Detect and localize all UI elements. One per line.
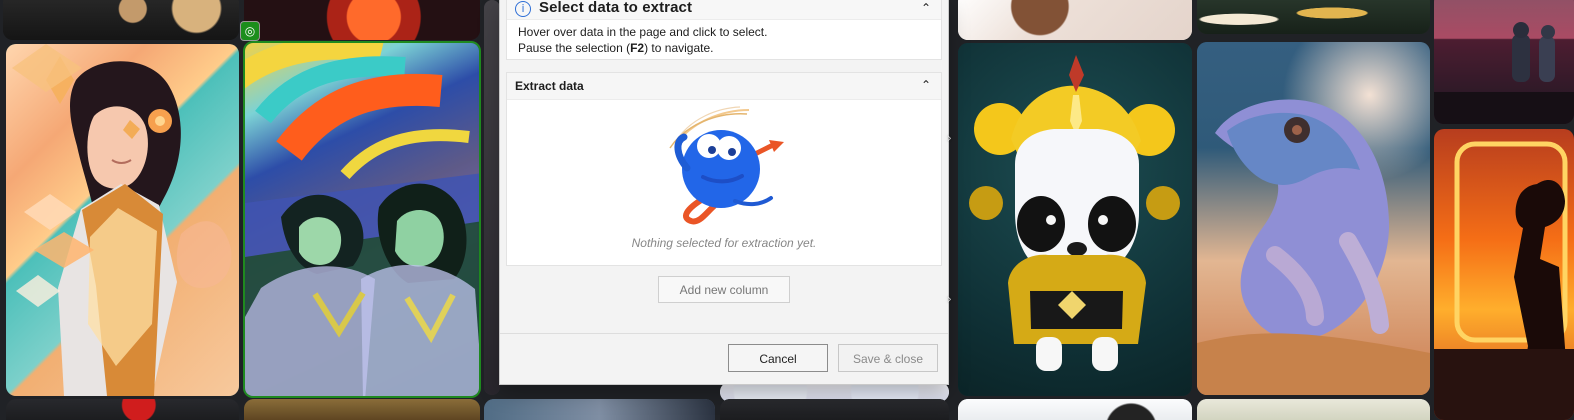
gallery-image-art xyxy=(1197,0,1430,34)
instruction-text-1: Hover over data in the page and click to… xyxy=(518,25,768,39)
empty-extraction-message: Nothing selected for extraction yet. xyxy=(631,236,817,250)
gallery-image-art xyxy=(484,399,715,420)
extract-data-body: Nothing selected for extraction yet. xyxy=(507,100,941,265)
dialog-footer: Cancel Save & close xyxy=(500,334,948,384)
gallery-image-top-right-small[interactable] xyxy=(1197,0,1430,34)
gallery-image-art xyxy=(1197,399,1430,420)
neon-silhouette-illustration xyxy=(1434,141,1574,420)
gallery-image-art xyxy=(244,0,480,40)
gallery-image-top-left[interactable] xyxy=(3,0,239,40)
extract-data-panel: Extract data ⌃ Nothing selected for extr… xyxy=(506,72,942,266)
lizard-illustration xyxy=(1197,99,1430,395)
instruction-key: F2 xyxy=(630,41,645,55)
extract-data-header: Extract data ⌃ xyxy=(507,73,941,100)
empty-state-illustration xyxy=(669,106,784,225)
instruction-line-2: Pause the selection (F2) to navigate. xyxy=(518,40,941,56)
gallery-image-art xyxy=(958,399,1192,420)
gallery-image-art xyxy=(958,0,1192,40)
add-new-column-button[interactable]: Add new column xyxy=(658,276,790,303)
gallery-image-art xyxy=(484,0,500,395)
anime-illustration xyxy=(245,43,479,396)
gallery-image-bottom-sixth[interactable] xyxy=(1197,399,1430,420)
gallery-image-bottom-left[interactable] xyxy=(6,399,239,420)
extract-data-title: Extract data xyxy=(515,79,584,93)
gallery-image-top-mid-right[interactable] xyxy=(958,0,1192,40)
gallery-image-art xyxy=(6,399,239,420)
gallery-image-lizard[interactable] xyxy=(1197,42,1430,395)
portrait-illustration xyxy=(12,44,232,396)
gallery-image-top-right[interactable] xyxy=(1434,0,1574,124)
target-icon: ◎ xyxy=(241,22,259,40)
gallery-image-top-middle[interactable] xyxy=(244,0,480,40)
cancel-button[interactable]: Cancel xyxy=(728,344,828,372)
scroll-hint-icon: › xyxy=(947,292,952,306)
info-icon: i xyxy=(515,0,531,17)
instruction-line-1: Hover over data in the page and click to… xyxy=(518,24,941,40)
gallery-image-middle-small[interactable] xyxy=(484,0,500,395)
gallery-image-bottom-second[interactable] xyxy=(244,399,480,420)
scroll-hint-icon: › xyxy=(947,131,952,145)
selection-instructions-panel: i Select data to extract ⌃ Hover over da… xyxy=(506,0,942,60)
gallery-image-bottom-third[interactable] xyxy=(484,399,715,420)
chevron-up-icon[interactable]: ⌃ xyxy=(919,78,933,92)
extract-dialog: i Select data to extract ⌃ Hover over da… xyxy=(500,0,948,384)
gallery-image-art xyxy=(720,399,949,420)
gallery-image-selected-anime[interactable] xyxy=(243,41,481,398)
gallery-image-art xyxy=(3,0,239,40)
gallery-image-panda[interactable] xyxy=(958,43,1192,396)
screen: ◎ › › i Select data to extract ⌃ Hover o… xyxy=(0,0,1574,420)
dialog-title: Select data to extract xyxy=(539,0,693,16)
gallery-image-bottom-fifth[interactable] xyxy=(958,399,1192,420)
selection-instructions-header: i Select data to extract ⌃ xyxy=(507,0,941,20)
silhouette-icon xyxy=(1434,22,1574,124)
selection-instructions: Hover over data in the page and click to… xyxy=(507,20,941,56)
gallery-image-art xyxy=(244,399,480,420)
gallery-image-woman[interactable] xyxy=(6,44,239,396)
instruction-suffix: ) to navigate. xyxy=(644,41,714,55)
chevron-up-icon[interactable]: ⌃ xyxy=(919,1,933,15)
dialog-body: i Select data to extract ⌃ Hover over da… xyxy=(500,0,948,384)
gallery-image-right-neon[interactable] xyxy=(1434,129,1574,420)
save-close-button[interactable]: Save & close xyxy=(838,344,938,372)
panda-illustration xyxy=(969,55,1180,371)
gallery-image-bottom-fourth[interactable] xyxy=(720,399,949,420)
instruction-prefix: Pause the selection ( xyxy=(518,41,631,55)
